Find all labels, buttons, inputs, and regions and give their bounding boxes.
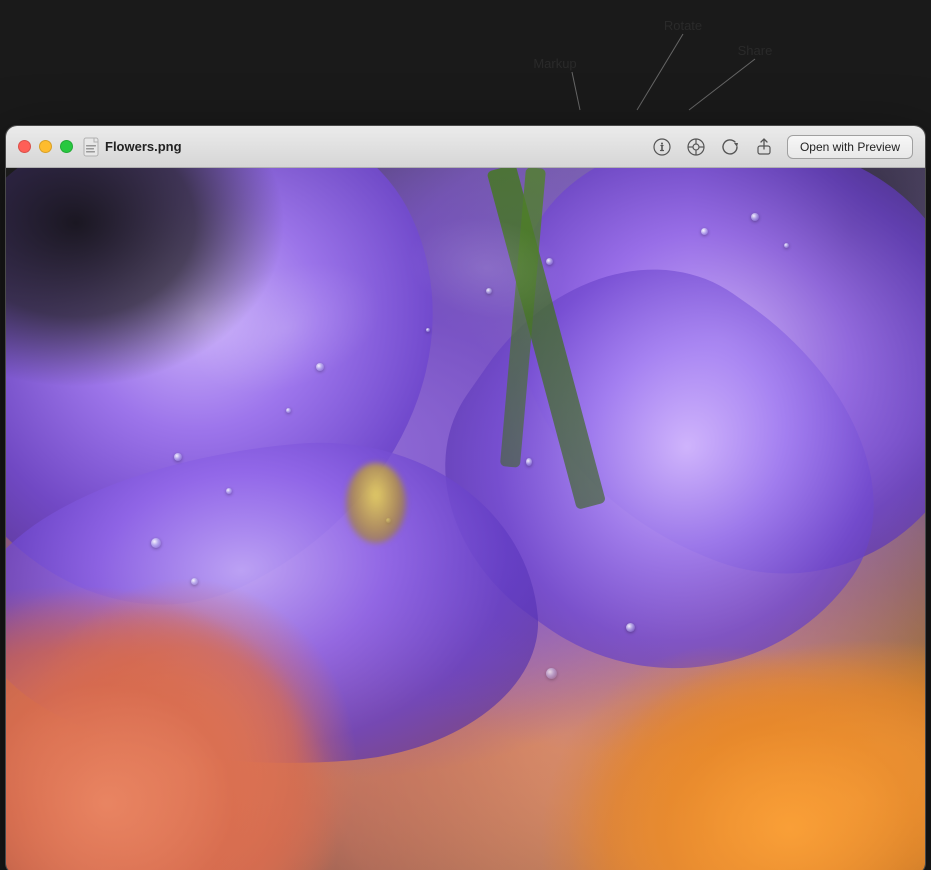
open-with-preview-button[interactable]: Open with Preview: [787, 135, 913, 159]
filename: Flowers.png: [105, 139, 182, 154]
markup-button[interactable]: [681, 135, 711, 159]
file-icon: [83, 137, 101, 157]
main-window: Flowers.png: [5, 125, 926, 870]
toolbar-actions: Open with Preview: [647, 135, 913, 159]
rotate-button[interactable]: [715, 135, 745, 159]
info-button[interactable]: [647, 135, 677, 159]
minimize-button[interactable]: [39, 140, 52, 153]
rotate-icon: [721, 138, 739, 156]
share-button[interactable]: [749, 135, 779, 159]
maximize-button[interactable]: [60, 140, 73, 153]
image-content: [6, 168, 925, 870]
rotate-tooltip-label: Rotate: [664, 18, 702, 33]
share-icon: [755, 138, 773, 156]
traffic-lights: [18, 140, 73, 153]
flower-image: [6, 168, 925, 870]
markup-tooltip-label: Markup: [533, 56, 576, 71]
share-tooltip-label: Share: [738, 43, 773, 58]
markup-icon: [687, 138, 705, 156]
titlebar: Flowers.png: [6, 126, 925, 168]
close-button[interactable]: [18, 140, 31, 153]
info-icon: [653, 138, 671, 156]
